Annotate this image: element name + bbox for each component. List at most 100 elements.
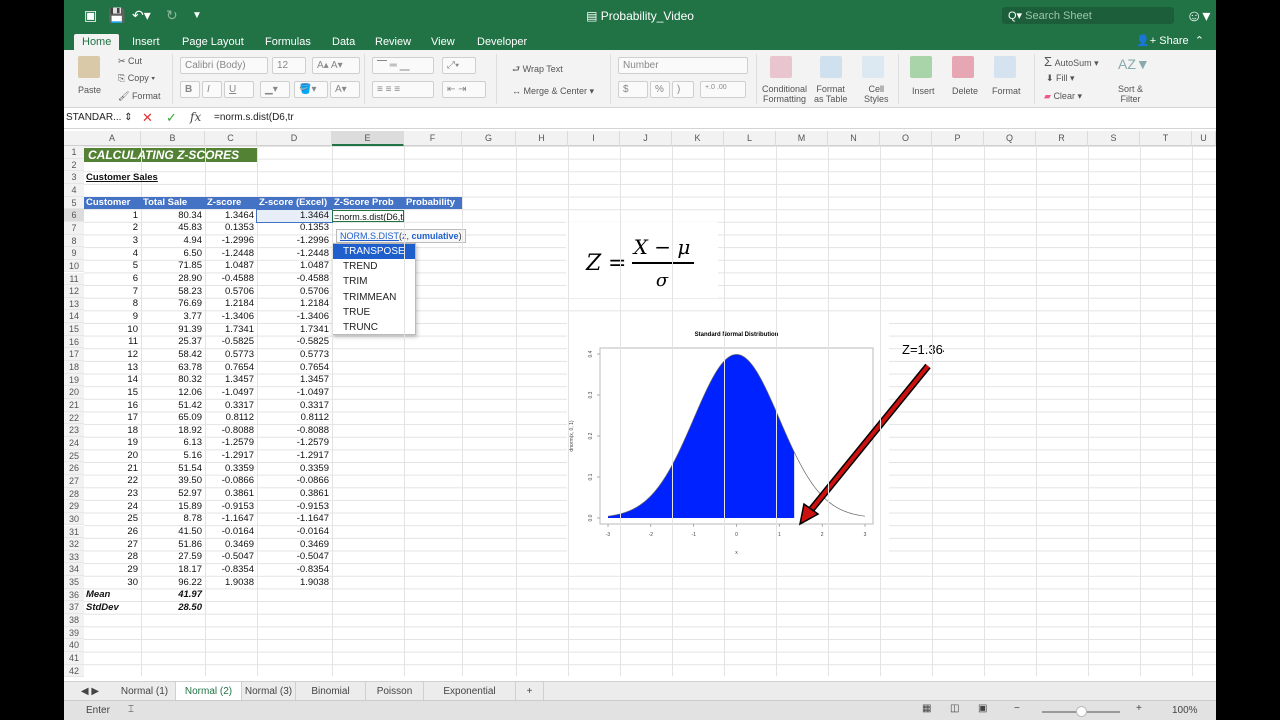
row-header[interactable]: 3 — [64, 171, 84, 184]
data-cell[interactable]: 51.86 — [141, 539, 205, 551]
row-header[interactable]: 39 — [64, 626, 84, 640]
fill-color-button[interactable]: 🪣▾ — [294, 81, 328, 98]
data-cell[interactable]: 0.3861 — [205, 488, 257, 500]
data-cell[interactable]: 4 — [84, 248, 141, 260]
font-size-grow-shrink[interactable]: A▴ A▾ — [312, 57, 360, 74]
data-cell[interactable]: -0.4588 — [205, 273, 257, 285]
delete-cells-icon[interactable] — [952, 56, 974, 78]
data-cell[interactable]: 0.3359 — [257, 463, 332, 475]
clear-button[interactable]: ▰ Clear ▾ — [1044, 91, 1082, 102]
column-header-s[interactable]: S — [1088, 131, 1140, 146]
data-cell[interactable]: 10 — [84, 324, 141, 336]
row-header[interactable]: 37 — [64, 601, 84, 615]
bold-button[interactable]: B — [180, 81, 200, 98]
autocomplete-item[interactable]: TREND — [333, 259, 415, 274]
data-cell[interactable]: 15 — [84, 387, 141, 399]
conditional-formatting-button[interactable]: Conditional Formatting — [762, 84, 807, 104]
data-cell[interactable]: 1.0487 — [205, 260, 257, 272]
row-header[interactable]: 40 — [64, 639, 84, 652]
column-header-c[interactable]: C — [205, 131, 257, 146]
data-cell[interactable]: 39.50 — [141, 475, 205, 487]
data-cell[interactable]: 14 — [84, 374, 141, 386]
cut-button[interactable]: ✂ Cut — [118, 56, 142, 67]
number-format-select[interactable]: Number — [618, 57, 748, 74]
feedback-smiley-icon[interactable]: ☺▾ — [1186, 6, 1210, 26]
data-cell[interactable]: -1.3406 — [257, 311, 332, 323]
row-header[interactable]: 9 — [64, 247, 84, 260]
data-cell[interactable]: 0.3861 — [257, 488, 332, 500]
data-cell[interactable]: 5 — [84, 260, 141, 272]
data-cell[interactable]: -0.5047 — [257, 551, 332, 563]
data-cell[interactable]: -0.9153 — [205, 501, 257, 513]
insert-function-icon[interactable]: fx — [190, 110, 201, 124]
data-cell[interactable]: 2 — [84, 222, 141, 234]
zoom-in-button[interactable]: + — [1136, 703, 1142, 714]
autocomplete-item[interactable]: TRANSPOSE — [333, 244, 415, 260]
data-cell[interactable]: -1.0497 — [257, 387, 332, 399]
italic-button[interactable]: I — [202, 81, 222, 98]
data-cell[interactable]: 15.89 — [141, 501, 205, 513]
data-cell[interactable]: -1.2917 — [257, 450, 332, 462]
data-cell[interactable]: 71.85 — [141, 260, 205, 272]
data-cell[interactable]: 22 — [84, 475, 141, 487]
data-cell[interactable]: 8 — [84, 298, 141, 310]
header-cell[interactable]: Probability — [404, 197, 462, 210]
data-cell[interactable]: 23 — [84, 488, 141, 500]
data-cell[interactable]: -1.2448 — [205, 248, 257, 260]
data-cell[interactable]: 28.90 — [141, 273, 205, 285]
data-cell[interactable]: 21 — [84, 463, 141, 475]
data-cell[interactable]: 3.77 — [141, 311, 205, 323]
confirm-formula-icon[interactable]: ✓ — [166, 110, 177, 126]
cancel-formula-icon[interactable]: ✕ — [142, 110, 153, 126]
row-header[interactable]: 33 — [64, 550, 84, 564]
macro-record-icon[interactable]: ⌶ — [128, 704, 134, 715]
data-cell[interactable]: 25 — [84, 513, 141, 525]
data-cell[interactable]: -0.0164 — [257, 526, 332, 538]
sheet-tab[interactable]: Poisson — [366, 682, 424, 701]
tab-home[interactable]: Home — [74, 34, 120, 50]
header-cell[interactable]: Total Sale — [141, 197, 205, 210]
column-header-r[interactable]: R — [1036, 131, 1088, 146]
insert-cells-button[interactable]: Insert — [912, 86, 935, 96]
data-cell[interactable]: 65.09 — [141, 412, 205, 424]
data-cell[interactable]: 0.3317 — [257, 400, 332, 412]
column-header-h[interactable]: H — [516, 131, 568, 146]
data-cell[interactable]: 58.23 — [141, 286, 205, 298]
header-cell[interactable]: Z-score — [205, 197, 257, 210]
data-cell[interactable]: 9 — [84, 311, 141, 323]
data-cell[interactable]: 41.50 — [141, 526, 205, 538]
data-cell[interactable]: 0.3469 — [257, 539, 332, 551]
row-header[interactable]: 1 — [64, 146, 84, 159]
sheet-tab[interactable]: Normal (3) — [242, 682, 296, 701]
row-header[interactable]: 23 — [64, 424, 84, 437]
row-header[interactable]: 16 — [64, 335, 84, 349]
tab-insert[interactable]: Insert — [124, 34, 168, 50]
row-header[interactable]: 34 — [64, 563, 84, 577]
active-edit-cell[interactable]: =norm.s.dist(D6,tr — [332, 209, 404, 222]
data-cell[interactable]: 80.34 — [141, 210, 205, 222]
row-header[interactable]: 38 — [64, 614, 84, 627]
data-cell[interactable]: 0.1353 — [257, 222, 332, 234]
tab-developer[interactable]: Developer — [469, 34, 535, 50]
data-cell[interactable]: 0.7654 — [205, 362, 257, 374]
data-cell[interactable]: 1.2184 — [257, 298, 332, 310]
font-name-select[interactable]: Calibri (Body) — [180, 57, 268, 74]
column-header-q[interactable]: Q — [984, 131, 1036, 146]
data-cell[interactable]: -1.3406 — [205, 311, 257, 323]
data-cell[interactable]: -1.0497 — [205, 387, 257, 399]
data-cell[interactable]: 1.0487 — [257, 260, 332, 272]
column-header-n[interactable]: N — [828, 131, 880, 146]
data-cell[interactable]: -0.5825 — [257, 336, 332, 348]
decimal-buttons[interactable]: +.0 .00 — [700, 81, 746, 98]
row-header[interactable]: 6 — [64, 209, 84, 222]
cell-styles-icon[interactable] — [862, 56, 884, 78]
data-cell[interactable]: 20 — [84, 450, 141, 462]
data-cell[interactable]: -1.2996 — [257, 235, 332, 247]
row-header[interactable]: 7 — [64, 221, 84, 235]
row-header[interactable]: 36 — [64, 588, 84, 602]
autosum-button[interactable]: Σ AutoSum ▾ — [1044, 54, 1099, 69]
autocomplete-item[interactable]: TRIM — [333, 274, 415, 289]
insert-cells-icon[interactable] — [910, 56, 932, 78]
autocomplete-item[interactable]: TRUNC — [333, 320, 415, 335]
data-cell[interactable]: -0.0866 — [205, 475, 257, 487]
